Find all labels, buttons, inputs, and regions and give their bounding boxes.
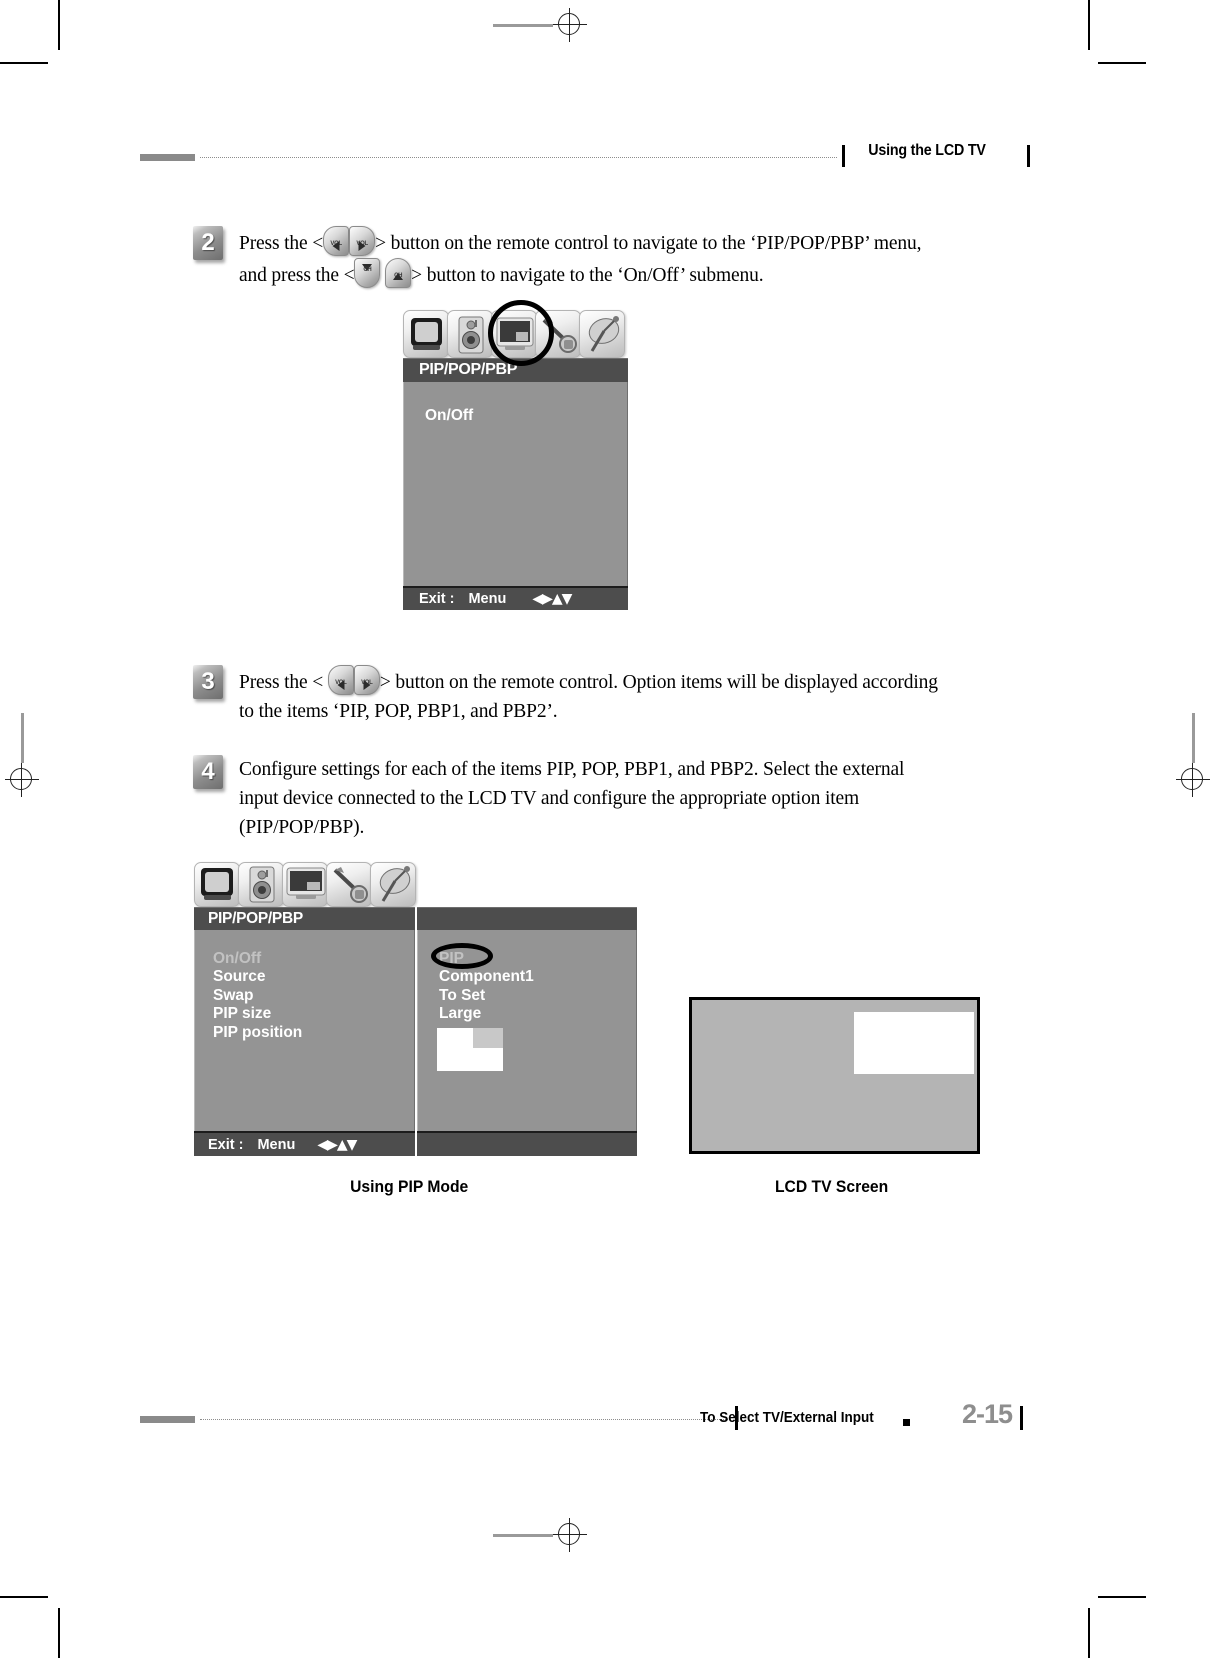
step-4-line-3: (PIP/POP/PBP). — [239, 817, 365, 838]
header-rule-block — [140, 154, 195, 161]
caption-using-pip-mode: Using PIP Mode — [350, 1178, 469, 1196]
osd-bottom-menu-item-onoff[interactable]: On/Off — [213, 950, 302, 968]
page-footer: To Select TV/External Input 2-15 — [140, 1399, 1030, 1436]
registration-mark-top — [493, 8, 587, 42]
footer-page-number: 2-15 — [961, 1399, 1013, 1429]
osd-top-exit-label: Exit : — [419, 591, 455, 607]
step-4-number: 4 — [193, 755, 223, 789]
step-3-line-2: to the items ‘PIP, POP, PBP1, and PBP2’. — [239, 701, 558, 722]
osd-bottom-menu-label: Menu — [257, 1136, 296, 1153]
manual-page: Using the LCD TV 2 Press the < VOL VOL > bu… — [0, 0, 1215, 1660]
crop-mark-bottom-left-h — [0, 1596, 48, 1598]
osd-top-menu-label: Menu — [468, 591, 507, 607]
step-4-line-1: Configure settings for each of the items… — [239, 759, 905, 780]
crop-mark-top-right-h — [1098, 62, 1146, 64]
registration-mark-right — [1176, 713, 1210, 797]
pip-preview-box — [437, 1028, 503, 1071]
step-4-text: Configure settings for each of the items… — [239, 755, 904, 842]
osd-menu-bottom: PIP/POP/PBP On/Off Source Swap PIP size … — [194, 862, 637, 1156]
osd-bottom-value-component1[interactable]: Component1 — [439, 968, 534, 986]
osd-top-body: On/Off — [403, 382, 628, 586]
osd-bottom-footbar-left: Exit : Menu ◀▶▲▼ — [194, 1131, 415, 1156]
osd-top-footbar: Exit : Menu ◀▶▲▼ — [403, 586, 628, 610]
step-3-line-1: Press the < VOL VOL > button on the remote… — [239, 665, 938, 697]
osd-menu-top: PIP/POP/PBP On/Off Exit : Menu ◀▶▲▼ — [403, 300, 628, 610]
pip-monitor-icon[interactable] — [282, 862, 328, 907]
step-3-number: 3 — [193, 665, 223, 699]
header-title: Using the LCD TV — [868, 142, 987, 159]
footer-tick-right — [1020, 1406, 1023, 1430]
step-2-line-2: and press the < CH CH > button to navigate… — [239, 258, 921, 290]
channel-up-key-icon: CH — [385, 258, 412, 288]
caption-lcd-tv-screen: LCD TV Screen — [774, 1178, 889, 1196]
header-tick-left — [842, 145, 845, 167]
osd-top-arrow-hints: ◀▶▲▼ — [532, 591, 572, 607]
header-dotted-rule — [200, 157, 837, 158]
step-4-line-2: input device connected to the LCD TV and… — [239, 788, 860, 809]
speaker-icon[interactable] — [447, 310, 493, 358]
highlight-ellipse-pip-value — [431, 943, 493, 969]
osd-bottom-titlebar-right — [417, 907, 637, 930]
crop-mark-top-right-v — [1088, 0, 1090, 50]
osd-bottom-value-to-set[interactable]: To Set — [439, 987, 534, 1005]
osd-bottom-value-large[interactable]: Large — [439, 1005, 534, 1023]
step-3-line-1-b: > button on the remote control. Option i… — [379, 672, 938, 693]
step-3-text: Press the < VOL VOL > button on the remote… — [239, 665, 938, 726]
vol-up-key-icon: VOL — [349, 226, 376, 256]
osd-bottom-menu-item-source[interactable]: Source — [213, 968, 302, 986]
vol-up-key-icon: VOL — [353, 665, 380, 695]
tv-icon[interactable] — [403, 310, 449, 358]
lcd-tv-screen-illustration — [689, 997, 980, 1154]
speaker-icon[interactable] — [238, 862, 284, 907]
footer-rule-block — [140, 1416, 195, 1423]
osd-bottom-menu-item-pip-size[interactable]: PIP size — [213, 1005, 302, 1023]
osd-bottom-titlebar-left: PIP/POP/PBP — [194, 907, 415, 930]
header-tick-right — [1027, 145, 1030, 167]
step-2-line-2-b: > button to navigate to the ‘On/Off’ sub… — [411, 265, 764, 286]
osd-bottom-icon-row — [194, 862, 416, 907]
osd-bottom-arrow-hints: ◀▶▲▼ — [317, 1136, 357, 1153]
registration-mark-left — [5, 713, 39, 797]
osd-bottom-body-left: On/Off Source Swap PIP size PIP position — [194, 930, 415, 1131]
osd-top-menu-list: On/Off — [425, 405, 473, 427]
lcd-tv-pip-subwindow — [854, 1012, 974, 1074]
vol-down-key-icon: VOL — [323, 226, 350, 256]
crop-mark-top-left-v — [58, 0, 60, 50]
channel-down-key-icon: CH — [354, 258, 381, 288]
tools-icon[interactable] — [326, 862, 372, 907]
footer-section-title: To Select TV/External Input — [699, 1409, 874, 1426]
crop-mark-bottom-left-v — [58, 1608, 60, 1658]
step-2-line-2-a: and press the < — [239, 265, 355, 286]
step-3-line-1-a: Press the < — [239, 672, 324, 693]
step-2-line-1-a: Press the < — [239, 233, 324, 254]
osd-bottom-title: PIP/POP/PBP — [208, 909, 303, 927]
crop-mark-bottom-right-v — [1088, 1608, 1090, 1658]
footer-dotted-rule — [200, 1419, 730, 1420]
tv-icon[interactable] — [194, 862, 240, 907]
footer-square-bullet — [903, 1419, 910, 1426]
pip-preview-subwindow — [473, 1028, 503, 1048]
osd-top-title: PIP/POP/PBP — [419, 361, 518, 378]
crop-mark-bottom-right-h — [1098, 1596, 1146, 1598]
page-header: Using the LCD TV — [140, 142, 1030, 172]
step-2-number: 2 — [193, 226, 223, 260]
osd-bottom-exit-label: Exit : — [208, 1136, 244, 1153]
registration-mark-bottom — [493, 1518, 587, 1552]
osd-bottom-menu-item-pip-position[interactable]: PIP position — [213, 1024, 302, 1042]
vol-down-key-icon: VOL — [327, 665, 354, 695]
step-2-text: Press the < VOL VOL > button on the remote … — [239, 226, 921, 290]
osd-top-menu-item-onoff[interactable]: On/Off — [425, 405, 473, 427]
antenna-icon[interactable] — [579, 310, 625, 358]
osd-bottom-footbar-right — [417, 1131, 637, 1156]
crop-mark-top-left-h — [0, 62, 48, 64]
step-2-line-1: Press the < VOL VOL > button on the remote … — [239, 226, 921, 258]
osd-bottom-menu-item-swap[interactable]: Swap — [213, 987, 302, 1005]
antenna-icon[interactable] — [370, 862, 416, 907]
osd-bottom-menu-list: On/Off Source Swap PIP size PIP position — [213, 950, 302, 1042]
step-2-line-1-b: > button on the remote control to naviga… — [375, 233, 922, 254]
highlight-ellipse-pip-icon — [488, 300, 554, 366]
